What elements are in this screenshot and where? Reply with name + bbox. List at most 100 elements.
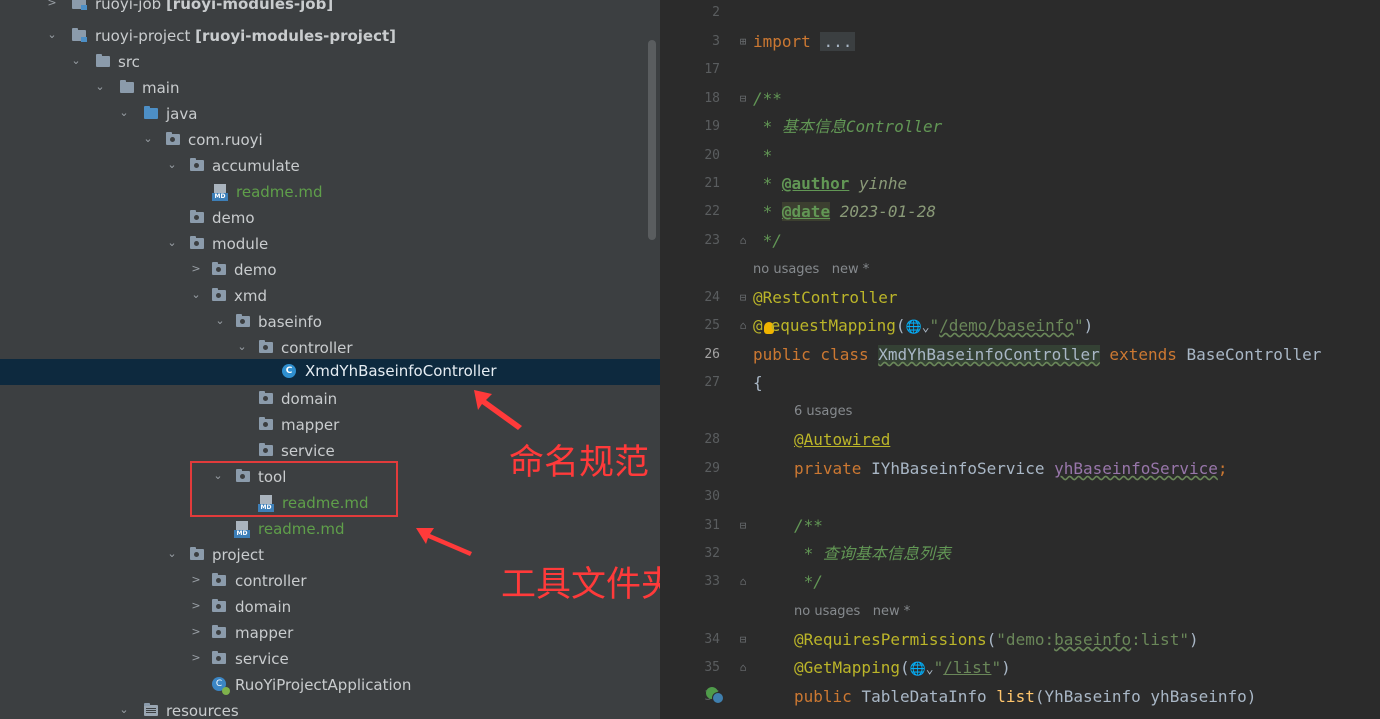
chevron-down-icon[interactable]: ⌄ [190,288,202,302]
tree-row-xmd[interactable]: ⌄ xmd [0,284,660,310]
tree-row-ruoyi-project[interactable]: ⌄ ruoyi-project [ruoyi-modules-project] [0,24,660,50]
tree-row-readme[interactable]: MD readme.md [0,180,660,206]
tree-row-module-readme[interactable]: MD readme.md [0,517,660,543]
tree-row-accumulate[interactable]: ⌄ accumulate [0,154,660,180]
fold-end-icon[interactable]: ⌂ [737,662,749,674]
chevron-down-icon[interactable]: ⌄ [118,106,130,120]
package-icon [259,340,273,353]
fold-minus-icon[interactable]: ⊟ [737,520,749,532]
chevron-down-icon[interactable]: ⌄ [166,236,178,250]
line-number: 2 [712,5,720,20]
module-folder-icon [72,28,87,42]
chevron-down-icon[interactable]: ⌄ [166,158,178,172]
tree-row-baseinfo[interactable]: ⌄ baseinfo [0,310,660,336]
usage-hint[interactable]: no usages new * [794,603,910,621]
chevron-down-icon[interactable]: ⌄ [118,703,130,717]
code-line-restcontroller: @RestController [753,288,898,307]
globe-icon[interactable]: 🌐 [910,660,926,680]
spring-endpoint-icon[interactable] [706,687,724,704]
tree-label: ruoyi-job [ruoyi-modules-job] [95,0,334,13]
line-number: 34 [704,632,720,647]
tree-label: readme.md [236,183,323,201]
package-icon [259,391,273,404]
package-icon [212,599,226,612]
line-number: 27 [704,375,720,390]
tree-row-com-ruoyi[interactable]: ⌄ com.ruoyi [0,128,660,154]
java-class-icon: C [282,364,296,378]
chevron-right-icon[interactable]: > [190,599,202,613]
line-number: 33 [704,574,720,589]
annotation-arrow-naming [474,390,522,430]
fold-end-icon[interactable]: ⌂ [737,576,749,588]
package-icon [212,651,226,664]
line-number: 29 [704,461,720,476]
tree-row-src[interactable]: ⌄ src [0,50,660,76]
chevron-right-icon[interactable]: > [190,651,202,665]
line-number: 3 [712,34,720,49]
usage-hint[interactable]: 6 usages [794,403,852,421]
tree-row-domain[interactable]: domain [0,387,660,413]
code-line-getmapping: @GetMapping(🌐⌄"/list") [794,658,1011,680]
line-number: 19 [704,119,720,134]
tree-row-demo[interactable]: demo [0,206,660,232]
tree-label: accumulate [212,157,300,175]
fold-minus-icon[interactable]: ⊟ [737,93,749,105]
tree-label: baseinfo [258,313,322,331]
package-icon [259,443,273,456]
markdown-file-icon: MD [212,184,228,201]
highlight-box [190,461,398,517]
chevron-down-icon[interactable]: ⌄ [236,340,248,354]
markdown-file-icon: MD [234,521,250,538]
tree-label: service [281,442,335,460]
project-tree-panel: > ruoyi-job [ruoyi-modules-job] ⌄ ruoyi-… [0,0,660,719]
chevron-right-icon[interactable]: > [46,0,58,10]
fold-end-icon[interactable]: ⌂ [737,235,749,247]
tree-row-module[interactable]: ⌄ module [0,232,660,258]
chevron-right-icon[interactable]: > [190,625,202,639]
tree-row-main[interactable]: ⌄ main [0,76,660,102]
fold-end-icon[interactable]: ⌂ [737,320,749,332]
package-icon [212,573,226,586]
code-line-field: private IYhBaseinfoService yhBaseinfoSer… [794,459,1228,478]
package-icon [190,210,204,223]
chevron-down-icon[interactable]: ⌄ [926,660,934,680]
tree-row-xmd-controller-selected[interactable]: C XmdYhBaseinfoController [0,359,660,385]
annotation-naming-text: 命名规范 [509,443,650,483]
tree-label: service [235,650,289,668]
tree-row-ruoyi-job[interactable]: > ruoyi-job [ruoyi-modules-job] [0,0,660,18]
chevron-down-icon[interactable]: ⌄ [922,318,930,338]
tree-row-project-mapper[interactable]: > mapper [0,621,660,647]
chevron-right-icon[interactable]: > [190,262,202,276]
code-editor[interactable]: 2 3 17 18 19 20 21 22 23 24 25 26 27 28 … [660,0,1380,719]
tree-row-java[interactable]: ⌄ java [0,102,660,128]
chevron-down-icon[interactable]: ⌄ [142,132,154,146]
tree-label: main [142,79,180,97]
tree-row-mapper[interactable]: mapper [0,413,660,439]
tree-label: com.ruoyi [188,131,263,149]
line-number: 35 [704,660,720,675]
tree-label: mapper [235,624,294,642]
tree-label: controller [235,572,307,590]
tree-row-module-demo[interactable]: > demo [0,258,660,284]
chevron-down-icon[interactable]: ⌄ [46,28,58,42]
chevron-down-icon[interactable]: ⌄ [214,314,226,328]
chevron-down-icon[interactable]: ⌄ [94,80,106,94]
chevron-down-icon[interactable]: ⌄ [166,547,178,561]
tree-label: controller [281,339,353,357]
fold-minus-icon[interactable]: ⊟ [737,634,749,646]
tree-row-application[interactable]: C RuoYiProjectApplication [0,673,660,699]
globe-icon[interactable]: 🌐 [906,318,922,338]
fold-plus-icon[interactable]: ⊞ [737,36,749,48]
code-line-doc2-close: */ [794,572,823,591]
chevron-down-icon[interactable]: ⌄ [70,54,82,68]
tree-label: src [118,53,140,71]
fold-minus-icon[interactable]: ⊟ [737,292,749,304]
tree-label: module [212,235,269,253]
chevron-right-icon[interactable]: > [190,573,202,587]
tree-row-project-service[interactable]: > service [0,647,660,673]
usage-hint[interactable]: no usages new * [753,261,869,279]
line-number: 24 [704,290,720,305]
module-folder-icon [72,0,87,10]
tree-row-resources[interactable]: ⌄ resources [0,699,660,719]
line-number-current: 26 [704,347,720,362]
